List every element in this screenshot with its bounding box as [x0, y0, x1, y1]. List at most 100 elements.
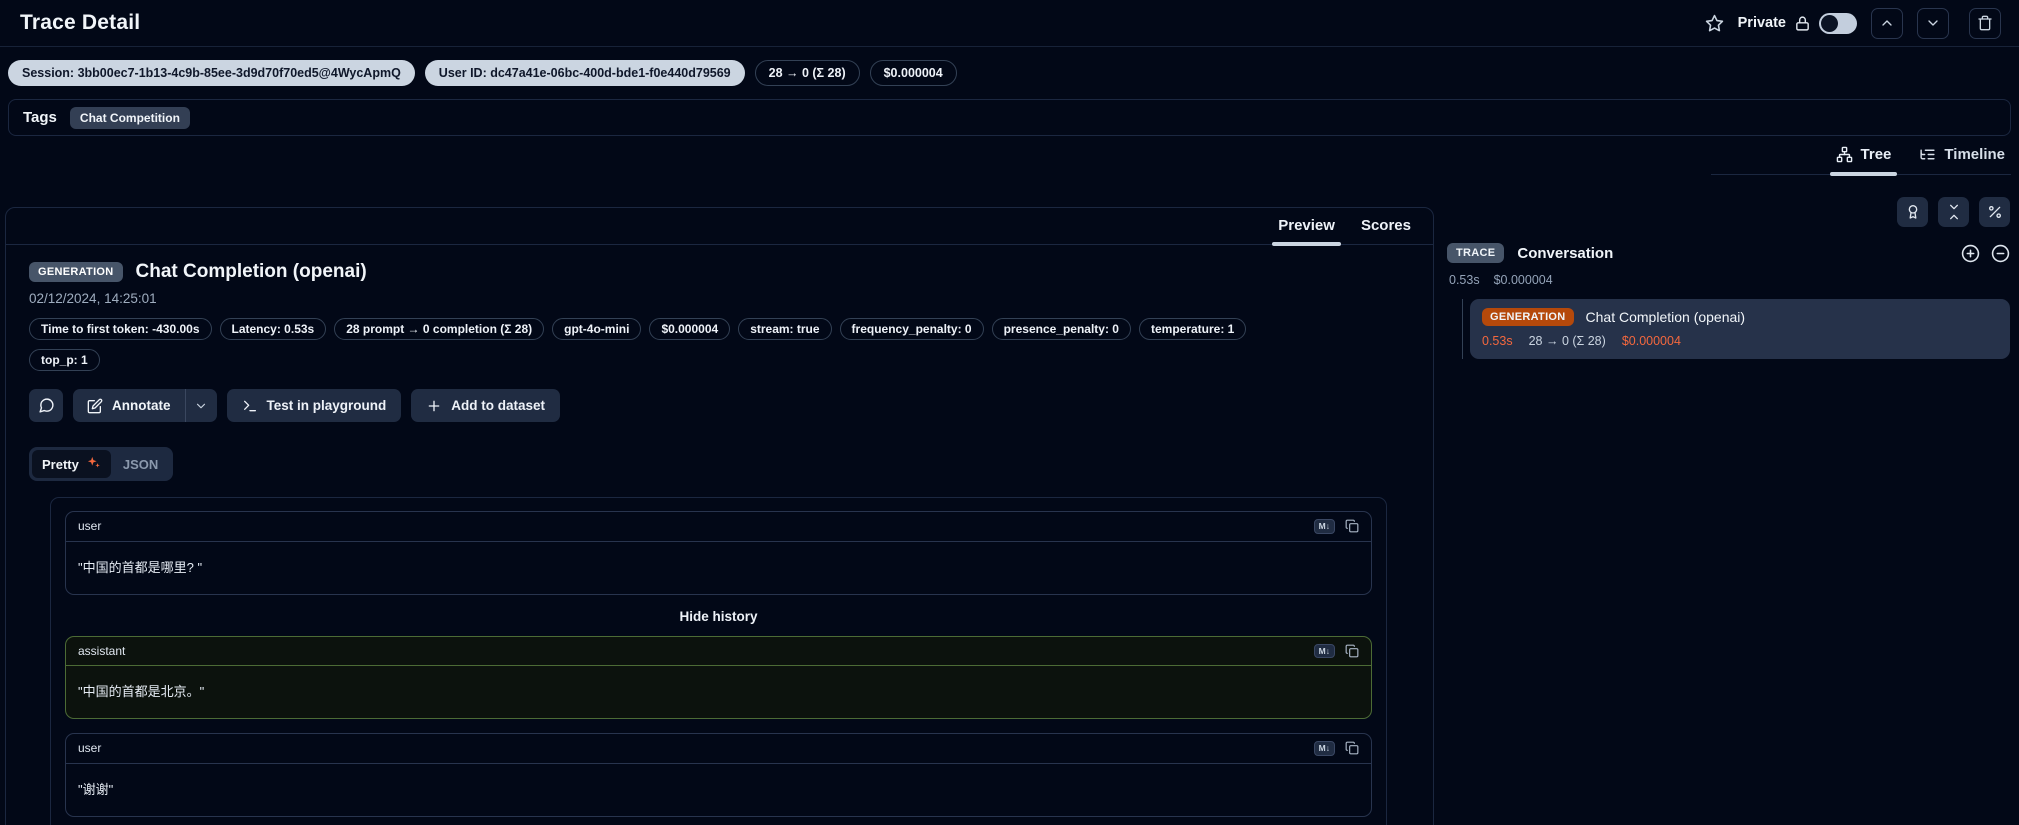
metric-pill: Latency: 0.53s — [220, 318, 327, 340]
trash-icon — [1977, 15, 1993, 31]
comment-button[interactable] — [29, 389, 63, 422]
tab-scores[interactable]: Scores — [1361, 217, 1411, 234]
action-buttons: Annotate Test in playground Add to datas… — [29, 389, 1409, 422]
message-tools: M↓ — [1314, 519, 1359, 534]
model-pill[interactable]: gpt-4o-mini — [552, 318, 641, 340]
trace-expand-controls — [1961, 244, 2010, 263]
plus-icon — [426, 398, 442, 414]
tab-timeline-label: Timeline — [1944, 146, 2005, 163]
tab-preview[interactable]: Preview — [1278, 217, 1335, 234]
collapse-all-button[interactable] — [1938, 197, 1969, 227]
trace-badge: TRACE — [1447, 243, 1504, 263]
preview-scores-tabs: Preview Scores — [6, 208, 1433, 245]
chevron-down-icon — [194, 399, 208, 413]
generation-node-badge: GENERATION — [1482, 308, 1574, 326]
meta-badges: Session: 3bb00ec7-1b13-4c9b-85ee-3d9d70f… — [8, 60, 2011, 86]
metric-pill: stream: true — [738, 318, 831, 340]
page-title: Trace Detail — [20, 11, 140, 35]
tag-chip[interactable]: Chat Competition — [70, 107, 190, 129]
annotate-split-button: Annotate — [73, 389, 217, 422]
trace-metrics: 0.53s $0.000004 — [1447, 273, 2010, 287]
header-actions: Private — [1705, 8, 2001, 39]
trace-latency: 0.53s — [1449, 273, 1480, 287]
message-header: user M↓ — [66, 512, 1371, 542]
percent-icon — [1987, 204, 2003, 220]
node-metrics: 0.53s 28 → 0 (Σ 28) $0.000004 — [1482, 334, 1998, 348]
message-content: "中国的首都是北京。" — [66, 666, 1371, 718]
metrics-toggle-button[interactable] — [1979, 197, 2010, 227]
minus-circle-icon[interactable] — [1991, 244, 2010, 263]
observation-detail-panel: Preview Scores GENERATION Chat Completio… — [5, 207, 1434, 825]
trace-title: Conversation — [1517, 245, 1613, 262]
chevron-up-icon — [1879, 15, 1895, 31]
session-badge[interactable]: Session: 3bb00ec7-1b13-4c9b-85ee-3d9d70f… — [8, 60, 415, 86]
user-id-badge[interactable]: User ID: dc47a41e-06bc-400d-bde1-f0e440d… — [425, 60, 745, 86]
metric-pills-row1: Time to first token: -430.00s Latency: 0… — [29, 318, 1409, 340]
format-pretty-tab[interactable]: Pretty — [32, 450, 111, 478]
next-trace-button[interactable] — [1917, 8, 1949, 39]
hide-history-button[interactable]: Hide history — [65, 609, 1372, 624]
markdown-toggle-icon[interactable]: M↓ — [1314, 644, 1335, 659]
comment-icon — [38, 397, 55, 414]
message-tools: M↓ — [1314, 741, 1359, 756]
plus-circle-icon[interactable] — [1961, 244, 1980, 263]
test-in-playground-button[interactable]: Test in playground — [227, 389, 402, 422]
copy-icon[interactable] — [1345, 741, 1359, 755]
message-role: user — [78, 519, 101, 533]
scores-toggle-button[interactable] — [1897, 197, 1928, 227]
annotate-dropdown-button[interactable] — [186, 389, 217, 422]
markdown-toggle-icon[interactable]: M↓ — [1314, 519, 1335, 534]
tab-tree[interactable]: Tree — [1836, 146, 1892, 163]
annotate-button[interactable]: Annotate — [73, 389, 185, 422]
trace-detail-page: Trace Detail Private Ses — [0, 0, 2019, 825]
generation-node[interactable]: GENERATION Chat Completion (openai) 0.53… — [1470, 299, 2010, 359]
add-to-dataset-button[interactable]: Add to dataset — [411, 389, 560, 422]
tree-icon — [1836, 146, 1853, 163]
spacer — [65, 719, 1372, 733]
observation-header: GENERATION Chat Completion (openai) — [29, 261, 1409, 283]
message-panel-assistant: assistant M↓ "中国的首都是北京。" — [65, 636, 1372, 720]
trace-root-row[interactable]: TRACE Conversation — [1447, 243, 2010, 263]
tab-tree-label: Tree — [1861, 146, 1892, 163]
pen-square-icon — [87, 398, 103, 414]
message-content: "谢谢" — [66, 764, 1371, 816]
message-role: user — [78, 741, 101, 755]
message-tools: M↓ — [1314, 644, 1359, 659]
view-tabs: Tree Timeline — [1711, 146, 2011, 175]
list-tree-icon — [1919, 146, 1936, 163]
privacy-control: Private — [1738, 13, 1857, 34]
lock-icon — [1794, 15, 1811, 32]
private-label: Private — [1738, 15, 1786, 31]
metric-pill: 28 prompt → 0 completion (Σ 28) — [334, 318, 544, 340]
format-json-tab[interactable]: JSON — [111, 452, 170, 477]
copy-icon[interactable] — [1345, 644, 1359, 658]
toggle-thumb — [1821, 15, 1838, 32]
tree-branch: GENERATION Chat Completion (openai) 0.53… — [1462, 299, 2010, 359]
tree-toolbar — [1447, 197, 2010, 227]
terminal-icon — [242, 398, 258, 414]
cost-pill: $0.000004 — [649, 318, 730, 340]
private-toggle[interactable] — [1819, 13, 1857, 34]
observation-title: Chat Completion (openai) — [136, 261, 367, 283]
message-role: assistant — [78, 644, 125, 658]
tags-row: Tags Chat Competition — [8, 99, 2011, 136]
metric-pills-row2: top_p: 1 — [29, 349, 1409, 371]
prev-trace-button[interactable] — [1871, 8, 1903, 39]
copy-icon[interactable] — [1345, 519, 1359, 533]
markdown-toggle-icon[interactable]: M↓ — [1314, 741, 1335, 756]
metric-pill: frequency_penalty: 0 — [840, 318, 984, 340]
metric-pill: top_p: 1 — [29, 349, 100, 371]
generation-type-badge: GENERATION — [29, 262, 123, 282]
observation-timestamp: 02/12/2024, 14:25:01 — [29, 291, 1409, 306]
star-icon[interactable] — [1705, 14, 1724, 33]
node-cost: $0.000004 — [1622, 334, 1681, 348]
node-header: GENERATION Chat Completion (openai) — [1482, 308, 1998, 326]
delete-trace-button[interactable] — [1969, 8, 2001, 39]
tab-timeline[interactable]: Timeline — [1919, 146, 2005, 163]
chevron-down-icon — [1925, 15, 1941, 31]
message-panel-user-2: user M↓ "谢谢" — [65, 733, 1372, 817]
fold-vertical-icon — [1946, 204, 1962, 220]
metric-pill: temperature: 1 — [1139, 318, 1246, 340]
observation-body: GENERATION Chat Completion (openai) 02/1… — [6, 245, 1433, 825]
header: Trace Detail Private — [0, 0, 2019, 47]
